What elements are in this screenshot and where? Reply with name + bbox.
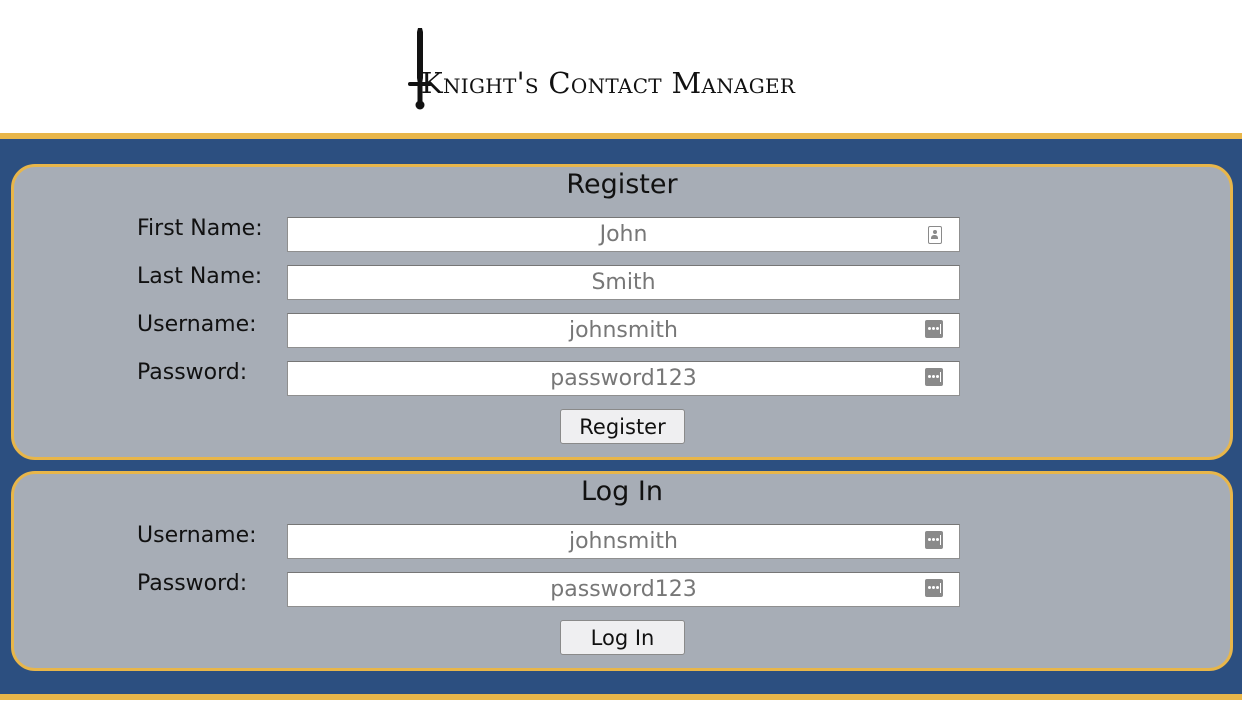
register-username-input[interactable]	[287, 313, 960, 348]
login-username-label: Username:	[137, 523, 257, 548]
register-title: Register	[566, 169, 678, 200]
page-header: Knight's Contact Manager	[0, 0, 1242, 133]
first-name-label: First Name:	[137, 216, 263, 241]
register-password-input[interactable]	[287, 361, 960, 396]
register-password-label: Password:	[137, 360, 248, 385]
login-password-input[interactable]	[287, 572, 960, 607]
password-dots-icon[interactable]	[925, 320, 943, 338]
register-panel: Register First Name: Last Name: Username…	[11, 164, 1233, 460]
first-name-input[interactable]	[287, 217, 960, 252]
login-password-label: Password:	[137, 571, 248, 596]
login-username-input[interactable]	[287, 524, 960, 559]
register-username-label: Username:	[137, 312, 257, 337]
register-button[interactable]: Register	[560, 409, 685, 444]
password-dots-icon[interactable]	[925, 579, 943, 597]
last-name-label: Last Name:	[137, 264, 263, 289]
login-button[interactable]: Log In	[560, 620, 685, 655]
password-dots-icon[interactable]	[925, 531, 943, 549]
main-area: Register First Name: Last Name: Username…	[0, 133, 1242, 700]
contact-card-icon[interactable]	[928, 226, 942, 244]
password-dots-icon[interactable]	[925, 368, 943, 386]
login-title: Log In	[581, 476, 663, 507]
login-panel: Log In Username: Password: Log In	[11, 471, 1233, 671]
page-title: Knight's Contact Manager	[421, 66, 796, 100]
last-name-input[interactable]	[287, 265, 960, 300]
